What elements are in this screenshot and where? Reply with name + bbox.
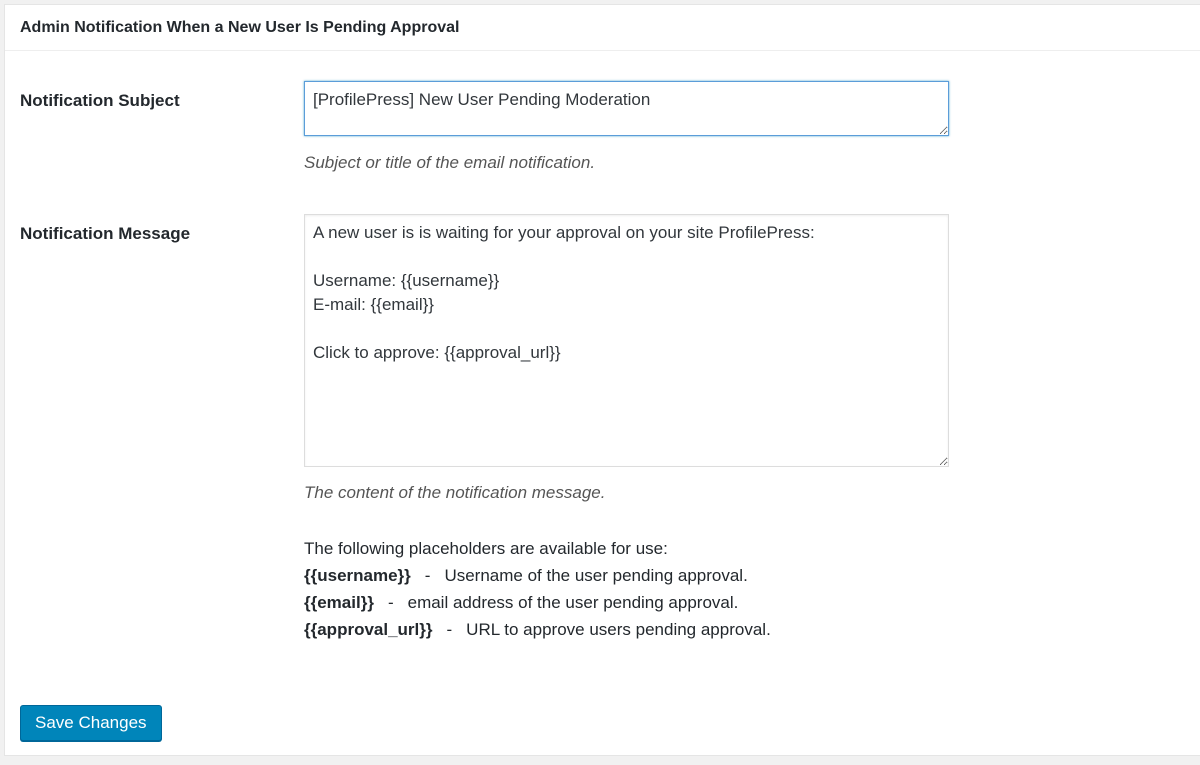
placeholder-item: {{approval_url}} - URL to approve users pe…: [304, 616, 771, 643]
placeholder-tag: {{email}}: [304, 593, 374, 612]
settings-panel: Admin Notification When a New User Is Pe…: [4, 4, 1200, 756]
save-changes-button[interactable]: Save Changes: [20, 705, 162, 741]
placeholders-intro: The following placeholders are available…: [304, 539, 668, 558]
notification-subject-label: Notification Subject: [20, 91, 180, 110]
separator: -: [387, 593, 394, 612]
separator: -: [446, 620, 453, 639]
separator: -: [424, 566, 431, 585]
placeholder-tag: {{username}}: [304, 566, 411, 585]
message-description: The content of the notification message.: [304, 483, 606, 502]
section-title: Admin Notification When a New User Is Pe…: [5, 5, 1200, 51]
placeholder-item: {{username}} - Username of the user pendin…: [304, 562, 771, 589]
placeholder-text: email address of the user pending approv…: [407, 593, 739, 612]
notification-message-input[interactable]: A new user is is waiting for your approv…: [304, 214, 949, 467]
placeholder-text: Username of the user pending approval.: [444, 566, 748, 585]
subject-description: Subject or title of the email notificati…: [304, 153, 596, 172]
notification-message-label: Notification Message: [20, 224, 191, 243]
placeholder-tag: {{approval_url}}: [304, 620, 433, 639]
placeholder-item: {{email}} - email address of the user pend…: [304, 589, 771, 616]
notification-subject-input[interactable]: [ProfilePress] New User Pending Moderati…: [304, 81, 949, 136]
placeholder-text: URL to approve users pending approval.: [466, 620, 771, 639]
placeholders-help: The following placeholders are available…: [304, 535, 771, 643]
